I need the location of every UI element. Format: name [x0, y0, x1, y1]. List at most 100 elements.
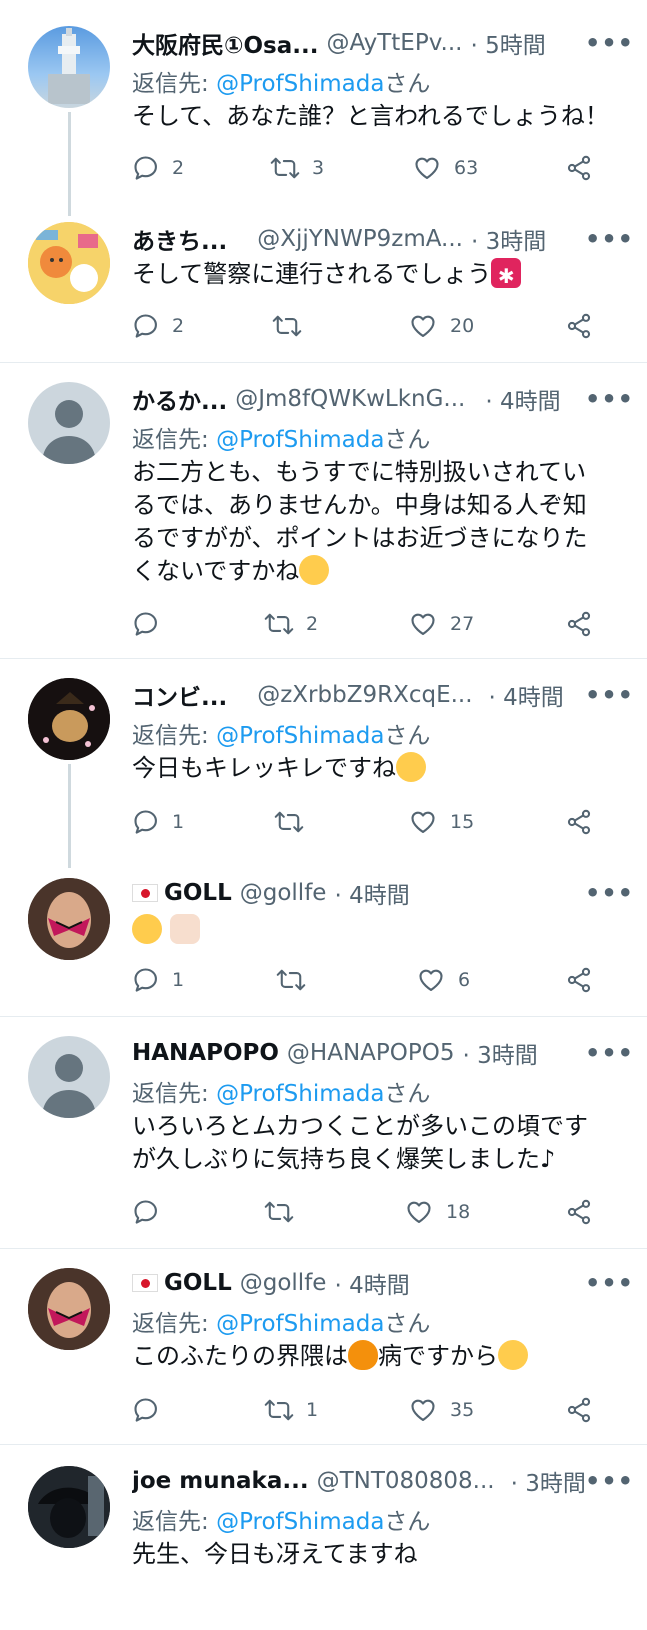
avatar[interactable] — [28, 878, 110, 960]
retweet-icon — [264, 613, 294, 635]
reply-to-mention[interactable]: @ProfShimada — [216, 1509, 384, 1535]
avatar[interactable] — [28, 1036, 110, 1118]
reply-to-line: 返信先: @ProfShimadaさん — [132, 420, 430, 454]
display-name[interactable]: コンビ... — [132, 678, 227, 712]
reply-to-mention[interactable]: @ProfShimada — [216, 1311, 384, 1337]
reply-to-mention[interactable]: @ProfShimada — [216, 427, 384, 453]
reply-button[interactable]: 2 — [132, 308, 184, 344]
tweet[interactable]: GOLL @gollfe · 4時間 ••• 1 6 — [0, 868, 647, 1016]
share-icon — [567, 1397, 591, 1423]
reply-to-mention[interactable]: @ProfShimada — [216, 1081, 384, 1107]
action-bar: 18 — [132, 1194, 612, 1230]
more-options-icon[interactable]: ••• — [585, 1041, 633, 1065]
timestamp[interactable]: · 3時間 — [471, 222, 546, 256]
avatar[interactable] — [28, 222, 110, 304]
tweet[interactable]: 大阪府民①Osa... @AyTtEPv... · 5時間 ••• 返信先: @… — [0, 0, 647, 210]
reply-button[interactable]: 1 — [132, 804, 184, 840]
heart-icon — [411, 315, 435, 337]
user-handle[interactable]: @HANAPOPO5 — [287, 1040, 455, 1066]
display-name[interactable]: joe munaka... — [132, 1468, 309, 1494]
reply-button[interactable] — [132, 606, 160, 642]
action-bar: 1 15 — [132, 804, 612, 840]
reply-button[interactable]: 2 — [132, 150, 184, 186]
display-name[interactable]: あきち... — [132, 222, 227, 256]
avatar[interactable] — [28, 1268, 110, 1350]
share-button[interactable] — [564, 308, 594, 344]
avatar[interactable] — [28, 678, 110, 760]
tweet[interactable]: joe munaka... @TNT080808... · 3時間 ••• 返信… — [0, 1444, 647, 1630]
more-options-icon[interactable]: ••• — [585, 227, 633, 251]
share-button[interactable] — [564, 1392, 594, 1428]
user-handle[interactable]: @Jm8fQWKwLknG... — [235, 386, 465, 412]
tsutenkaku-tower-photo-icon — [48, 28, 90, 104]
reply-count: 1 — [172, 969, 185, 991]
more-options-icon[interactable]: ••• — [585, 881, 633, 905]
reply-to-mention[interactable]: @ProfShimada — [216, 71, 384, 97]
share-button[interactable] — [564, 804, 594, 840]
more-options-icon[interactable]: ••• — [585, 31, 633, 55]
user-handle[interactable]: @AyTtEPv... — [326, 30, 462, 56]
like-button[interactable]: 18 — [404, 1194, 470, 1230]
tweet[interactable]: コンビ... @zXrbbZ9RXcqE... · 4時間 ••• 返信先: @… — [0, 658, 647, 868]
retweet-button[interactable] — [274, 804, 304, 840]
display-name[interactable]: かるか... — [132, 382, 227, 416]
tweet[interactable]: あきち... @XjjYNWP9zmA... · 3時間 ••• そして警察に連… — [0, 210, 647, 362]
reply-to-mention[interactable]: @ProfShimada — [216, 723, 384, 749]
timestamp[interactable]: · 3時間 — [511, 1464, 586, 1498]
display-name[interactable]: 大阪府民①Osa... — [132, 26, 318, 60]
more-options-icon[interactable]: ••• — [585, 1271, 633, 1295]
user-handle[interactable]: @zXrbbZ9RXcqE... — [257, 682, 472, 708]
user-handle[interactable]: @gollfe — [240, 1270, 327, 1296]
timestamp[interactable]: · 5時間 — [470, 26, 545, 60]
display-name[interactable]: HANAPOPO — [132, 1040, 279, 1066]
tweet-text-container: そして警察に連行されるでしょう — [132, 258, 617, 293]
avatar[interactable] — [28, 382, 110, 464]
tears-of-joy-emoji-icon — [132, 914, 162, 944]
retweet-button[interactable]: 1 — [264, 1392, 318, 1428]
like-button[interactable]: 20 — [408, 308, 474, 344]
retweet-count: 3 — [312, 157, 325, 179]
more-options-icon[interactable]: ••• — [585, 1469, 633, 1493]
more-options-icon[interactable]: ••• — [585, 683, 633, 707]
user-handle[interactable]: @TNT080808... — [317, 1468, 495, 1494]
timestamp[interactable]: · 4時間 — [334, 876, 409, 910]
timestamp[interactable]: · 4時間 — [489, 678, 564, 712]
share-button[interactable] — [564, 1194, 594, 1230]
like-button[interactable]: 63 — [412, 150, 478, 186]
user-handle[interactable]: @gollfe — [240, 880, 327, 906]
display-name[interactable]: GOLL — [164, 880, 232, 906]
reply-button[interactable] — [132, 1194, 160, 1230]
tweet-text-container: 今日もキレッキレですね — [132, 752, 617, 785]
like-button[interactable]: 35 — [408, 1392, 474, 1428]
share-button[interactable] — [564, 606, 594, 642]
display-name[interactable]: GOLL — [164, 1270, 232, 1296]
reply-to-label: 返信先: — [132, 1311, 217, 1337]
like-count: 63 — [454, 157, 479, 179]
reply-button[interactable]: 1 — [132, 962, 184, 998]
retweet-button[interactable]: 3 — [270, 150, 324, 186]
retweet-button[interactable]: 2 — [264, 606, 318, 642]
reply-count: 1 — [172, 811, 185, 833]
timestamp[interactable]: · 4時間 — [334, 1266, 409, 1300]
like-button[interactable]: 15 — [408, 804, 474, 840]
share-button[interactable] — [564, 962, 594, 998]
share-button[interactable] — [564, 150, 594, 186]
user-handle[interactable]: @XjjYNWP9zmA... — [257, 226, 463, 252]
tweet[interactable]: HANAPOPO @HANAPOPO5 · 3時間 ••• 返信先: @Prof… — [0, 1016, 647, 1248]
tweet[interactable]: GOLL @gollfe · 4時間 ••• 返信先: @ProfShimada… — [0, 1248, 647, 1444]
avatar[interactable] — [28, 1466, 110, 1548]
avatar[interactable] — [28, 26, 110, 108]
action-bar: 2 27 — [132, 606, 612, 642]
more-options-icon[interactable]: ••• — [585, 387, 633, 411]
reply-icon — [134, 1200, 157, 1224]
retweet-button[interactable] — [276, 962, 306, 998]
timestamp[interactable]: · 3時間 — [462, 1036, 537, 1070]
tweet-text: 今日もキレッキレですね — [132, 754, 396, 782]
like-button[interactable]: 6 — [416, 962, 470, 998]
like-button[interactable]: 27 — [408, 606, 474, 642]
reply-button[interactable] — [132, 1392, 160, 1428]
timestamp[interactable]: · 4時間 — [485, 382, 560, 416]
retweet-button[interactable] — [272, 308, 302, 344]
tweet[interactable]: かるか... @Jm8fQWKwLknG... · 4時間 ••• 返信先: @… — [0, 362, 647, 658]
retweet-button[interactable] — [264, 1194, 294, 1230]
